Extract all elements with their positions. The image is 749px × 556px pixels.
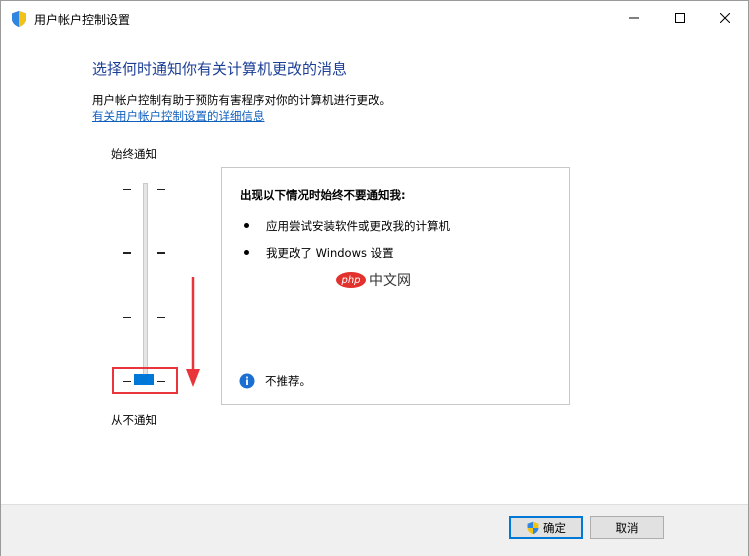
page-heading: 选择何时通知你有关计算机更改的消息 <box>92 60 348 78</box>
slider-tick <box>123 381 131 382</box>
info-icon <box>239 373 255 389</box>
minimize-button[interactable] <box>611 1 657 35</box>
shield-icon <box>12 11 26 27</box>
uac-settings-window: 用户帐户控制设置 选择何时通知你有关计算机更改的消息 用户帐户控制有助于预防有害… <box>0 0 749 556</box>
close-icon <box>720 13 730 23</box>
content-area: 选择何时通知你有关计算机更改的消息 用户帐户控制有助于预防有害程序对你的计算机进… <box>1 35 748 504</box>
uac-details-link[interactable]: 有关用户帐户控制设置的详细信息 <box>92 108 265 124</box>
list-item: 我更改了 Windows 设置 <box>240 245 450 272</box>
title-bar[interactable]: 用户帐户控制设置 <box>1 1 748 35</box>
ok-button[interactable]: 确定 <box>509 516 583 539</box>
shield-icon <box>527 521 539 534</box>
window-title: 用户帐户控制设置 <box>34 13 131 27</box>
slider-track[interactable] <box>143 183 148 379</box>
slider-tick <box>123 252 131 254</box>
slider-tick <box>123 189 131 190</box>
minimize-icon <box>629 17 639 19</box>
close-button[interactable] <box>702 1 748 35</box>
watermark-text: 中文网 <box>369 273 411 289</box>
slider-tick <box>157 381 165 382</box>
down-arrow-icon <box>186 277 200 387</box>
description-text: 用户帐户控制有助于预防有害程序对你的计算机进行更改。 <box>92 93 391 107</box>
list-item: 应用尝试安装软件或更改我的计算机 <box>240 218 450 245</box>
slider-tick <box>157 317 165 318</box>
ok-button-label: 确定 <box>543 520 566 535</box>
maximize-icon <box>675 13 685 23</box>
cancel-button[interactable]: 取消 <box>590 516 664 539</box>
slider-bottom-label: 从不通知 <box>111 413 157 427</box>
slider-thumb[interactable] <box>134 374 154 385</box>
slider-tick <box>157 189 165 190</box>
slider-top-label: 始终通知 <box>111 147 157 161</box>
not-recommended-note: 不推荐。 <box>239 373 311 389</box>
watermark-logo: php <box>336 272 366 288</box>
watermark: php 中文网 <box>336 270 411 290</box>
info-panel: 出现以下情况时始终不要通知我: 应用尝试安装软件或更改我的计算机 我更改了 Wi… <box>221 167 570 405</box>
maximize-button[interactable] <box>657 1 703 35</box>
footer-bar: 确定 取消 <box>1 504 748 556</box>
info-panel-title: 出现以下情况时始终不要通知我: <box>240 188 406 202</box>
not-recommended-text: 不推荐。 <box>265 374 311 388</box>
slider-tick <box>123 317 131 318</box>
info-panel-list: 应用尝试安装软件或更改我的计算机 我更改了 Windows 设置 <box>240 218 450 272</box>
cancel-button-label: 取消 <box>615 520 639 535</box>
slider-tick <box>157 252 165 254</box>
